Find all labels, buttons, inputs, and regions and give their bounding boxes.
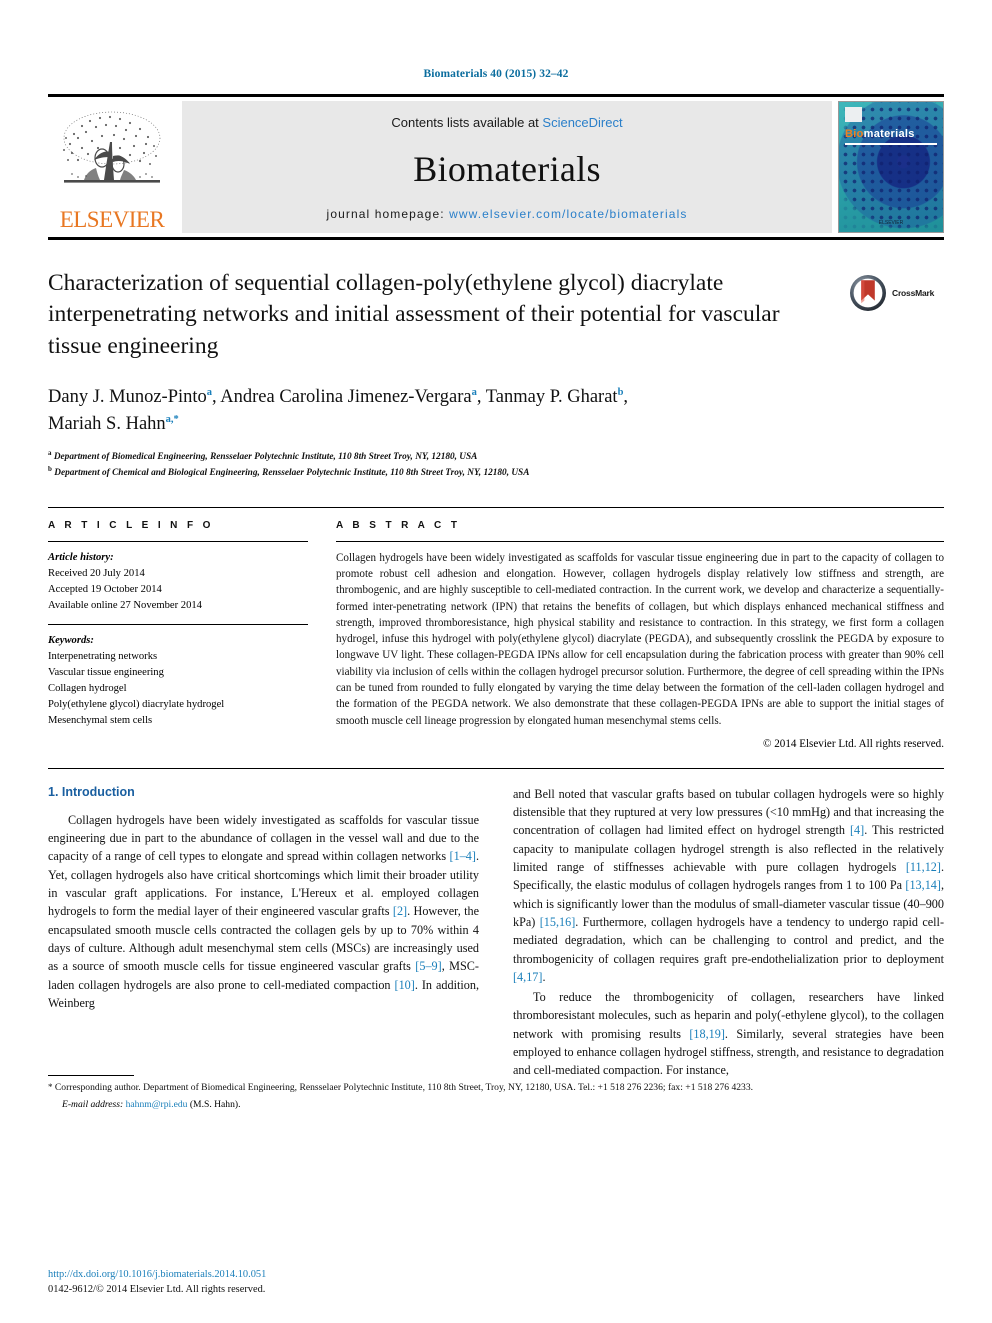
journal-homepage-line: journal homepage: www.elsevier.com/locat… <box>327 207 688 221</box>
affiliation-a-text: Department of Biomedical Engineering, Re… <box>53 451 478 462</box>
journal-homepage-link[interactable]: www.elsevier.com/locate/biomaterials <box>449 207 687 221</box>
keywords-divider <box>48 624 308 625</box>
title-block: Characterization of sequential collagen-… <box>48 268 944 364</box>
corresponding-author-marker: * <box>173 413 179 425</box>
email-label: E-mail address: <box>62 1099 124 1111</box>
footnote-zone: * Corresponding author. Department of Bi… <box>48 1074 944 1112</box>
affiliations: a Department of Biomedical Engineering, … <box>48 448 944 481</box>
intro-paragraph-right-1: and Bell noted that vascular grafts base… <box>513 785 944 986</box>
cover-title: Biomaterials <box>845 128 915 140</box>
elsevier-wordmark: ELSEVIER <box>59 207 165 232</box>
history-item-online: Available online 27 November 2014 <box>48 599 202 611</box>
homepage-prefix: journal homepage: <box>326 207 450 221</box>
history-item-received: Received 20 July 2014 <box>48 567 145 579</box>
journal-cover-thumbnail: Biomaterials ELSEVIER <box>838 101 944 233</box>
author-3: , Tanmay P. Gharat <box>476 387 618 407</box>
affiliation-a-marker: a <box>48 448 52 457</box>
keywords-group: Keywords: Interpenetrating networks Vasc… <box>48 633 308 730</box>
doi-footer: http://dx.doi.org/10.1016/j.biomaterials… <box>48 1267 266 1297</box>
intro-right-text-f: . <box>542 969 546 984</box>
citation-2[interactable]: [2] <box>393 904 407 918</box>
article-history-label: Article history: <box>48 551 114 563</box>
doi-link[interactable]: http://dx.doi.org/10.1016/j.biomaterials… <box>48 1267 266 1282</box>
cover-footer-text: ELSEVIER <box>878 220 904 226</box>
affiliation-b: b Department of Chemical and Biological … <box>48 464 944 481</box>
affiliation-b-text: Department of Chemical and Biological En… <box>54 468 530 479</box>
author-4: Mariah S. Hahn <box>48 413 166 434</box>
cover-badge-icon <box>845 107 862 122</box>
body-columns: 1. Introduction Collagen hydrogels have … <box>48 784 944 1110</box>
intro-paragraph-left: Collagen hydrogels have been widely inve… <box>48 811 479 1012</box>
body-column-left: 1. Introduction Collagen hydrogels have … <box>48 784 753 1110</box>
corresponding-author-text: Corresponding author. Department of Biom… <box>52 1081 754 1093</box>
contents-prefix: Contents lists available at <box>391 115 543 130</box>
issn-copyright: 0142-9612/© 2014 Elsevier Ltd. All right… <box>48 1283 266 1295</box>
citation-15-16[interactable]: [15,16] <box>540 915 576 929</box>
abstract-copyright: © 2014 Elsevier Ltd. All rights reserved… <box>763 737 944 750</box>
journal-title: Biomaterials <box>413 148 601 189</box>
intro-paragraph-right-2: To reduce the thrombogenicity of collage… <box>513 988 944 1079</box>
abstract-heading: A B S T R A C T <box>336 519 461 531</box>
author-1: Dany J. Munoz-Pinto <box>48 387 207 407</box>
elsevier-tree-icon <box>56 108 168 208</box>
history-item-accepted: Accepted 19 October 2014 <box>48 583 162 595</box>
intro-right-text-e: . Furthermore, collagen hydrogels have a… <box>513 914 944 966</box>
body-column-right: and Bell noted that vascular grafts base… <box>513 785 944 1082</box>
author-2: , Andrea Carolina Jimenez-Vergara <box>212 387 472 407</box>
author-list: Dany J. Munoz-Pintoa, Andrea Carolina Ji… <box>48 386 629 434</box>
keyword-4: Poly(ethylene glycol) diacrylate hydroge… <box>48 699 225 711</box>
sciencedirect-link[interactable]: ScienceDirect <box>542 115 622 130</box>
running-head: Biomaterials 40 (2015) 32–42 <box>423 68 569 80</box>
cover-title-materials: materials <box>863 128 915 140</box>
intro-left-text-a: Collagen hydrogels have been widely inve… <box>48 812 479 864</box>
crossmark-badge[interactable]: CrossMark <box>848 270 944 316</box>
journal-masthead: ELSEVIER Contents lists available at Sci… <box>48 94 944 240</box>
elsevier-logo: ELSEVIER <box>48 101 176 233</box>
affiliation-b-marker: b <box>48 465 52 474</box>
paper-page: Biomaterials 40 (2015) 32–42 ELSEVIER Co… <box>0 0 992 1323</box>
masthead-center-panel: Contents lists available at ScienceDirec… <box>182 101 832 233</box>
citation-4-17[interactable]: [4,17] <box>513 970 542 984</box>
affiliation-a: a Department of Biomedical Engineering, … <box>48 448 944 465</box>
contents-available-line: Contents lists available at ScienceDirec… <box>391 115 622 130</box>
keyword-1: Interpenetrating networks <box>48 651 158 663</box>
page-title: Characterization of sequential collagen-… <box>48 270 780 359</box>
abstract-divider <box>336 540 944 542</box>
keyword-2: Vascular tissue engineering <box>48 667 164 679</box>
footnote-rule <box>48 1074 134 1076</box>
article-info-divider <box>48 540 308 542</box>
crossmark-label: CrossMark <box>892 288 935 298</box>
article-history-group: Article history: Received 20 July 2014 A… <box>48 550 308 614</box>
email-link[interactable]: hahnm@rpi.edu <box>126 1099 188 1110</box>
citation-4[interactable]: [4] <box>850 823 864 837</box>
citation-11-12[interactable]: [11,12] <box>906 860 941 874</box>
article-info-heading: A R T I C L E I N F O <box>48 519 214 531</box>
keyword-5: Mesenchymal stem cells <box>48 715 153 727</box>
citation-10[interactable]: [10] <box>395 978 415 992</box>
email-suffix: (M.S. Hahn). <box>187 1099 241 1111</box>
citation-5-9[interactable]: [5–9] <box>415 959 441 973</box>
section-title-introduction: 1. Introduction <box>48 784 135 799</box>
author-4-affiliation-marker: a, <box>165 413 174 425</box>
corresponding-author-footnote: * Corresponding author. Department of Bi… <box>48 1081 944 1095</box>
keyword-3: Collagen hydrogel <box>48 683 127 695</box>
citation-18-19[interactable]: [18,19] <box>689 1027 725 1041</box>
abstract-text: Collagen hydrogels have been widely inve… <box>336 551 944 727</box>
citation-1-4[interactable]: [1–4] <box>450 849 476 863</box>
cover-rule <box>845 143 937 145</box>
author-3-affiliation-marker: b <box>617 386 624 398</box>
cover-title-bio: Bio <box>845 128 864 140</box>
info-abstract-section: A R T I C L E I N F O Article history: R… <box>48 506 944 750</box>
article-info-column: A R T I C L E I N F O Article history: R… <box>48 520 308 750</box>
body-top-divider <box>48 767 944 769</box>
crossmark-icon <box>850 275 886 311</box>
email-footnote: E-mail address: hahnm@rpi.edu (M.S. Hahn… <box>48 1098 944 1112</box>
citation-13-14[interactable]: [13,14] <box>905 878 941 892</box>
abstract-column: A B S T R A C T Collagen hydrogels have … <box>336 520 944 750</box>
keywords-label: Keywords: <box>48 635 94 646</box>
